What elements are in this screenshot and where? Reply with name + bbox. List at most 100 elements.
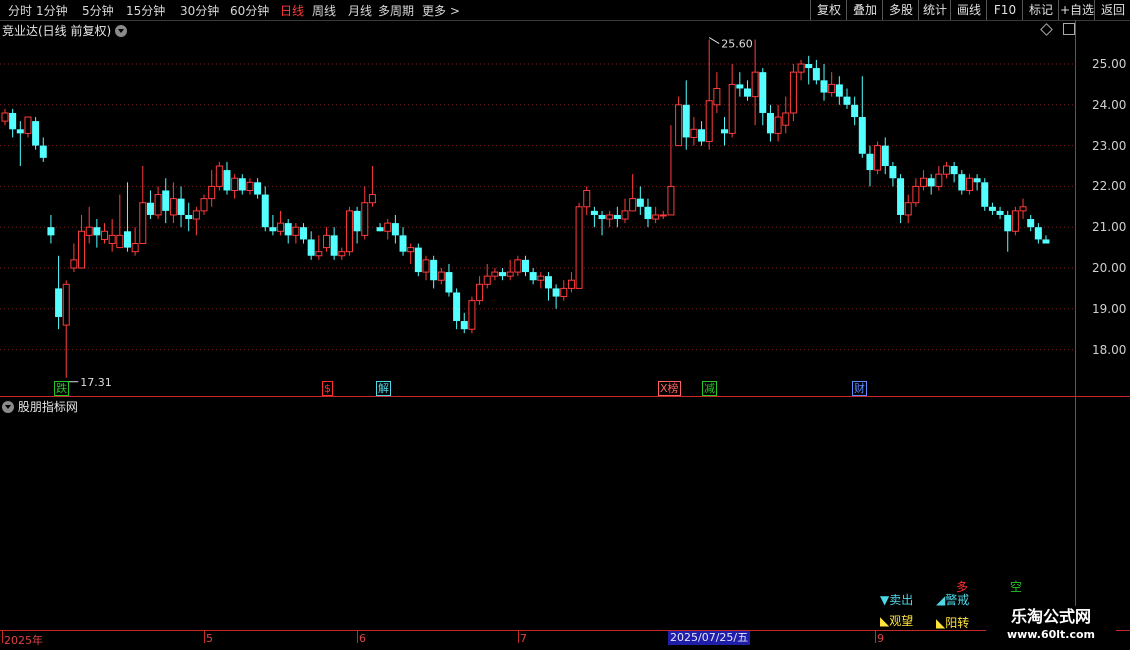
candle-body	[223, 170, 231, 191]
date-axis-label: 5	[206, 632, 213, 645]
candle-body	[437, 271, 445, 281]
high-price-label: 25.60	[721, 38, 753, 51]
candle-body	[391, 223, 399, 236]
candle-body	[973, 178, 981, 183]
price-axis-label: 18.00	[1092, 342, 1127, 357]
candle-body	[9, 112, 17, 130]
candle-body	[805, 64, 813, 69]
candle-body	[78, 230, 86, 269]
candle-body	[789, 71, 797, 114]
candle-body	[55, 288, 63, 317]
candle-body	[567, 279, 575, 289]
candle-body	[904, 202, 912, 216]
legend-item: ◣阳转	[936, 616, 970, 630]
candle-body	[322, 234, 330, 249]
signal-marker: X榜	[658, 381, 681, 396]
candle-body	[407, 247, 415, 253]
indicator-title: 股朋指标网	[17, 400, 78, 414]
candle-body	[468, 300, 476, 330]
candle-body	[835, 84, 843, 97]
candle-body	[330, 235, 338, 256]
candle-body	[522, 259, 529, 273]
candle-body	[85, 226, 93, 236]
candle-body	[169, 198, 177, 216]
candle-body	[621, 210, 629, 220]
watermark-logo: 乐淘公式网 www.60lt.com	[986, 606, 1116, 646]
candle-body	[812, 68, 820, 81]
low-price-label: 17.31	[80, 376, 112, 389]
candle-body	[529, 272, 537, 281]
candle-body	[636, 198, 644, 207]
candle-body	[942, 165, 950, 175]
price-axis-label: 24.00	[1092, 97, 1127, 112]
candle-body	[307, 239, 315, 256]
candle-body	[820, 80, 828, 93]
cursor-date: 2025/07/25/五	[668, 631, 751, 645]
candle-body	[1011, 210, 1019, 232]
watermark-url: www.60lt.com	[1006, 628, 1096, 641]
candle-body	[575, 206, 583, 289]
candle-body	[682, 104, 690, 138]
candle-body	[774, 116, 782, 134]
candle-body	[460, 321, 468, 330]
candle-body	[766, 112, 774, 134]
candle-body	[269, 227, 277, 232]
candle-body	[965, 177, 973, 191]
candle-body	[384, 222, 392, 232]
candle-body	[208, 185, 216, 200]
candle-body	[743, 88, 751, 97]
candle-body	[277, 222, 285, 232]
candle-body	[200, 198, 208, 212]
candle-body	[858, 117, 866, 154]
candle-body	[491, 271, 499, 277]
candle-body	[16, 129, 24, 134]
indicator-title-row: 股朋指标网	[2, 398, 78, 415]
price-chart[interactable]: 25.60 17.31	[0, 0, 1130, 630]
candle-body	[782, 112, 790, 126]
indicator-options-icon[interactable]	[2, 400, 14, 413]
candle-body	[47, 227, 55, 236]
candle-body	[506, 271, 514, 277]
candle-body	[231, 177, 239, 191]
signal-marker: 跌	[54, 381, 69, 396]
candle-body	[851, 104, 859, 118]
candle-body	[246, 181, 254, 191]
candle-body	[292, 226, 300, 236]
candle-body	[70, 259, 78, 269]
candle-body	[1034, 227, 1042, 240]
price-axis-label: 25.00	[1092, 57, 1127, 71]
signal-marker: 财	[852, 381, 867, 396]
date-axis-label: 9	[877, 632, 884, 645]
candle-body	[950, 166, 958, 175]
candle-body	[62, 283, 70, 326]
candle-body	[675, 104, 683, 147]
candle-body	[24, 116, 32, 134]
candle-body	[338, 251, 346, 257]
candle-body	[958, 174, 966, 191]
candle-body	[1, 112, 9, 122]
candle-body	[108, 234, 116, 245]
candle-body	[713, 87, 721, 106]
date-tick	[204, 630, 205, 643]
candle-body	[154, 194, 162, 216]
candle-body	[93, 227, 101, 236]
candle-body	[514, 259, 522, 273]
price-axis-label: 23.00	[1092, 138, 1127, 153]
signal-marker: 解	[376, 381, 391, 396]
candle-body	[1027, 219, 1035, 228]
date-tick	[875, 630, 876, 643]
legend-item: 空	[1010, 580, 1023, 594]
candle-body	[981, 182, 989, 207]
candle-body	[238, 178, 246, 191]
candle-body	[1019, 206, 1027, 212]
candle-body	[552, 288, 560, 297]
candle-body	[644, 206, 652, 220]
candle-body	[315, 251, 323, 257]
candle-body	[368, 194, 376, 204]
candle-body	[797, 63, 805, 73]
price-axis-label: 20.00	[1092, 261, 1127, 275]
candle-body	[897, 178, 905, 215]
candle-body	[613, 214, 621, 220]
date-axis-line	[0, 630, 1130, 631]
candle-body	[139, 202, 147, 245]
